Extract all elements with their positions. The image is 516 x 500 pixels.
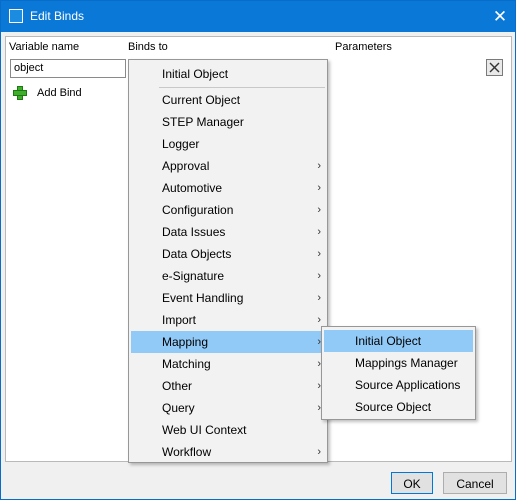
- submenu-item-label: Source Object: [355, 400, 432, 414]
- submenu-item-label: Initial Object: [355, 334, 422, 348]
- menu-item-mapping[interactable]: Mapping ›: [131, 331, 325, 353]
- submenu-item-source-applications[interactable]: Source Applications: [324, 374, 473, 396]
- menu-item-label: Web UI Context: [162, 423, 247, 437]
- menu-item-label: Automotive: [162, 181, 223, 195]
- add-bind-label: Add Bind: [37, 87, 82, 99]
- menu-item-label: Import: [162, 313, 197, 327]
- menu-item-label: Matching: [162, 357, 211, 371]
- submenu-item-mappings-manager[interactable]: Mappings Manager: [324, 352, 473, 374]
- submenu-item-label: Source Applications: [355, 378, 461, 392]
- menu-item-label: Current Object: [162, 93, 241, 107]
- plus-icon: [12, 85, 28, 101]
- title-bar: Edit Binds ✕: [1, 1, 515, 32]
- menu-item-configuration[interactable]: Configuration ›: [131, 199, 325, 221]
- menu-item-automotive[interactable]: Automotive ›: [131, 177, 325, 199]
- menu-item-label: Workflow: [162, 445, 212, 459]
- submenu-item-initial-object[interactable]: Initial Object: [324, 330, 473, 352]
- mapping-submenu: Initial Object Mappings Manager Source App…: [321, 326, 476, 420]
- menu-item-data-objects[interactable]: Data Objects ›: [131, 243, 325, 265]
- menu-item-label: Logger: [162, 137, 200, 151]
- close-icon: ✕: [492, 7, 508, 26]
- submenu-item-label: Mappings Manager: [355, 356, 458, 370]
- chevron-right-icon: ›: [317, 446, 321, 458]
- add-bind-button[interactable]: Add Bind: [12, 84, 82, 102]
- ok-button[interactable]: OK: [391, 472, 433, 494]
- chevron-right-icon: ›: [317, 292, 321, 304]
- menu-item-workflow[interactable]: Workflow ›: [131, 441, 325, 463]
- chevron-right-icon: ›: [317, 270, 321, 282]
- menu-item-label: Data Issues: [162, 225, 226, 239]
- menu-item-label: Configuration: [162, 203, 234, 217]
- variable-name-input[interactable]: object: [10, 59, 126, 78]
- x-icon: [489, 62, 500, 73]
- binds-context-menu: Initial Object Current Object STEP Manage…: [128, 59, 328, 463]
- close-button[interactable]: ✕: [485, 1, 515, 32]
- menu-item-import[interactable]: Import ›: [131, 309, 325, 331]
- menu-item-approval[interactable]: Approval ›: [131, 155, 325, 177]
- chevron-right-icon: ›: [317, 204, 321, 216]
- chevron-right-icon: ›: [317, 160, 321, 172]
- chevron-right-icon: ›: [317, 248, 321, 260]
- menu-item-web-ui-context[interactable]: Web UI Context: [131, 419, 325, 441]
- menu-item-matching[interactable]: Matching ›: [131, 353, 325, 375]
- menu-item-query[interactable]: Query ›: [131, 397, 325, 419]
- window-icon: [9, 9, 23, 23]
- menu-item-label: Query: [162, 401, 195, 415]
- parameters-header: Parameters: [335, 41, 392, 53]
- variable-name-header: Variable name: [9, 41, 80, 53]
- menu-item-label: e-Signature: [162, 269, 225, 283]
- menu-item-data-issues[interactable]: Data Issues ›: [131, 221, 325, 243]
- menu-item-label: Mapping: [162, 335, 209, 349]
- menu-item-label: Other: [162, 379, 193, 393]
- binds-to-header: Binds to: [128, 41, 168, 53]
- menu-item-logger[interactable]: Logger: [131, 133, 325, 155]
- menu-item-step-manager[interactable]: STEP Manager: [131, 111, 325, 133]
- menu-item-current-object[interactable]: Current Object: [131, 89, 325, 111]
- menu-item-e-signature[interactable]: e-Signature ›: [131, 265, 325, 287]
- menu-item-other[interactable]: Other ›: [131, 375, 325, 397]
- chevron-right-icon: ›: [317, 226, 321, 238]
- cancel-button[interactable]: Cancel: [443, 472, 507, 494]
- menu-item-label: Initial Object: [162, 67, 229, 81]
- menu-item-label: Approval: [162, 159, 210, 173]
- menu-item-label: Data Objects: [162, 247, 232, 261]
- submenu-item-source-object[interactable]: Source Object: [324, 396, 473, 418]
- menu-item-label: STEP Manager: [162, 115, 244, 129]
- menu-item-label: Event Handling: [162, 291, 244, 305]
- chevron-right-icon: ›: [317, 182, 321, 194]
- delete-bind-button[interactable]: [486, 59, 503, 76]
- edit-binds-dialog: Edit Binds ✕ Variable name Binds to Para…: [0, 0, 516, 500]
- menu-separator: [159, 87, 325, 88]
- menu-item-event-handling[interactable]: Event Handling ›: [131, 287, 325, 309]
- window-title: Edit Binds: [30, 9, 85, 23]
- menu-item-initial-object[interactable]: Initial Object: [131, 63, 325, 85]
